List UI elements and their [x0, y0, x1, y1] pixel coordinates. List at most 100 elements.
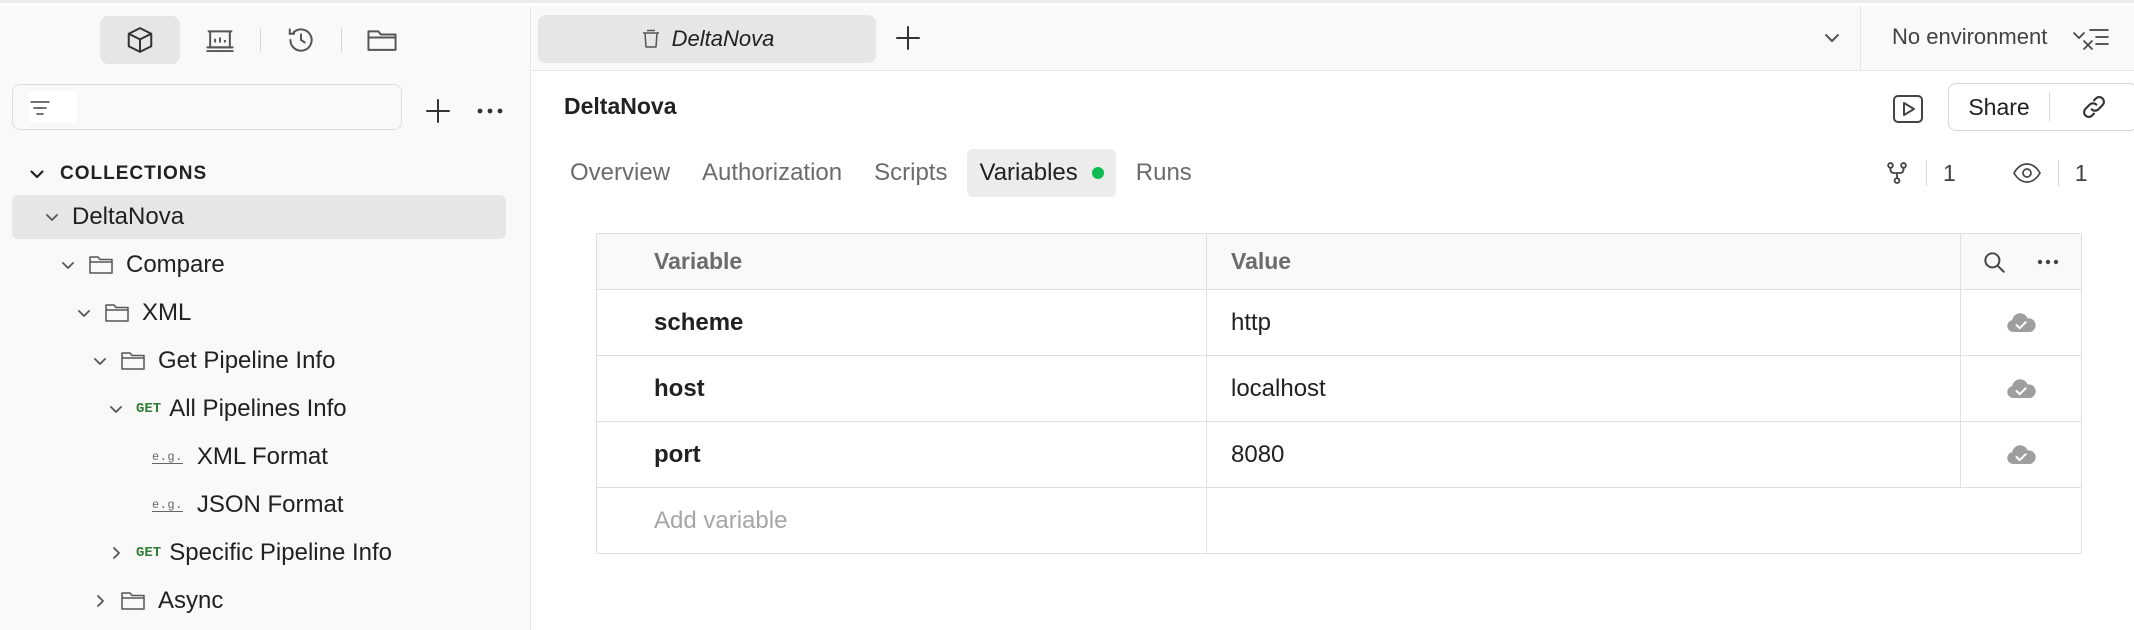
environments-nav-button[interactable]	[180, 16, 260, 64]
chevron-right-icon[interactable]	[108, 545, 124, 561]
environment-quick-look-icon[interactable]	[2072, 26, 2110, 52]
method-badge: GET	[136, 401, 162, 417]
add-variable-input[interactable]: Add variable	[597, 488, 1207, 553]
tree-item-collection[interactable]: DeltaNova	[12, 195, 506, 239]
collections-label: COLLECTIONS	[60, 163, 208, 184]
chevron-down-icon[interactable]	[44, 209, 60, 225]
history-nav-button[interactable]	[261, 16, 341, 64]
variable-value-cell[interactable]: http	[1207, 290, 1961, 355]
tree-item-folder[interactable]: Async	[90, 579, 223, 623]
variable-value-cell[interactable]: localhost	[1207, 356, 1961, 421]
new-tab-button[interactable]	[892, 22, 924, 54]
chevron-right-icon[interactable]	[92, 593, 108, 609]
folder-icon	[105, 304, 129, 322]
tree-item-folder[interactable]: Get Pipeline Info	[90, 339, 335, 383]
table-row[interactable]: scheme http	[597, 289, 2081, 355]
share-button-group: Share	[1948, 83, 2134, 131]
chevron-down-icon[interactable]	[76, 305, 92, 321]
tree-item-label: Specific Pipeline Info	[169, 539, 393, 566]
table-header-row: Variable Value	[597, 234, 2081, 289]
tree-item-label: XML Format	[196, 443, 328, 470]
tree-item-label: DeltaNova	[72, 203, 185, 230]
tree-item-folder[interactable]: XML	[74, 291, 191, 335]
meta-divider	[2057, 160, 2059, 186]
chevron-down-icon[interactable]	[108, 401, 124, 417]
history-icon	[288, 28, 313, 52]
environment-icon	[206, 30, 234, 53]
add-collection-button[interactable]	[422, 95, 454, 127]
variable-name-cell[interactable]: port	[597, 422, 1207, 487]
tree-item-request[interactable]: GET Specific Pipeline Info	[106, 531, 392, 575]
tab-label: DeltaNova	[671, 26, 775, 51]
sidebar-more-icon[interactable]	[474, 95, 506, 127]
header-value: Value	[1207, 234, 1961, 289]
sidebar-toolbar	[100, 16, 422, 64]
variable-name-cell[interactable]: host	[597, 356, 1207, 421]
tree-item-label: XML	[142, 299, 192, 326]
tree-item-example[interactable]: e.g. JSON Format	[152, 483, 344, 527]
cloud-check-icon	[2007, 378, 2036, 398]
tab-variables[interactable]: Variables	[967, 149, 1116, 197]
folder-icon	[89, 256, 113, 274]
filter-input[interactable]	[83, 91, 383, 123]
table-row[interactable]: port 8080	[597, 421, 2081, 487]
fork-icon[interactable]	[1884, 160, 1910, 186]
tab-authorization[interactable]: Authorization	[690, 149, 854, 197]
tree-item-request[interactable]: GET All Pipelines Info	[106, 387, 347, 431]
share-button[interactable]: Share	[1949, 94, 2049, 121]
tree-item-folder[interactable]: Compare	[58, 243, 225, 287]
tree-item-label: All Pipelines Info	[169, 395, 347, 422]
sync-status-cell	[1961, 422, 2081, 487]
variable-value-cell[interactable]: 8080	[1207, 422, 1961, 487]
link-icon	[2082, 96, 2105, 118]
variable-name-cell[interactable]: scheme	[597, 290, 1207, 355]
environment-selector[interactable]: No environment	[1892, 24, 2047, 50]
add-row-spacer	[1961, 488, 2081, 553]
more-options-icon[interactable]	[2035, 249, 2061, 275]
cube-icon	[127, 27, 153, 53]
example-badge: e.g.	[152, 449, 183, 464]
tab-scripts[interactable]: Scripts	[862, 149, 959, 197]
chevron-down-icon	[30, 170, 44, 179]
meta-divider	[1926, 160, 1927, 186]
header-variable: Variable	[597, 234, 1207, 289]
filter-box[interactable]	[12, 84, 402, 130]
files-nav-button[interactable]	[342, 16, 422, 64]
sidebar: COLLECTIONS DeltaNova Compare XML Get Pi…	[0, 6, 531, 630]
watch-eye-icon[interactable]	[2012, 161, 2042, 185]
method-badge: GET	[136, 545, 162, 561]
cloud-check-icon	[2007, 312, 2036, 332]
search-icon[interactable]	[1981, 249, 2007, 275]
collection-tabs: Overview Authorization Scripts Variables…	[558, 149, 1212, 197]
tree-item-example[interactable]: e.g. XML Format	[152, 435, 328, 479]
unsaved-indicator-dot	[1091, 167, 1104, 179]
run-collection-button[interactable]	[1890, 91, 1926, 127]
collections-section-header[interactable]: COLLECTIONS	[28, 158, 207, 190]
add-variable-row[interactable]: Add variable	[597, 487, 2081, 553]
env-divider	[1860, 6, 1861, 71]
tab-collection[interactable]: DeltaNova	[538, 15, 876, 63]
sync-status-cell	[1961, 290, 2081, 355]
folder-icon	[367, 30, 397, 51]
variables-table: Variable Value scheme http host localhos…	[596, 233, 2082, 554]
tab-overview[interactable]: Overview	[558, 149, 682, 197]
chevron-down-icon[interactable]	[92, 353, 108, 369]
example-badge: e.g.	[152, 497, 183, 512]
cloud-check-icon	[2007, 444, 2036, 464]
table-row[interactable]: host localhost	[597, 355, 2081, 421]
forks-count: 1	[1943, 159, 1956, 186]
header-actions	[1961, 234, 2081, 289]
tree-item-label: Compare	[126, 251, 225, 278]
chevron-down-icon[interactable]	[1822, 28, 1842, 48]
tab-bar: DeltaNova No environment	[532, 6, 2134, 71]
folder-icon	[121, 352, 145, 370]
tab-runs[interactable]: Runs	[1124, 149, 1204, 197]
tree-item-label: Get Pipeline Info	[158, 347, 336, 374]
collection-meta: 1 1	[1884, 157, 2088, 189]
page-title: DeltaNova	[564, 93, 677, 119]
copy-link-button[interactable]	[2050, 93, 2134, 121]
collections-nav-button[interactable]	[100, 16, 180, 64]
filter-icon[interactable]	[29, 98, 51, 118]
add-value-cell[interactable]	[1207, 488, 1961, 553]
chevron-down-icon[interactable]	[60, 257, 76, 273]
